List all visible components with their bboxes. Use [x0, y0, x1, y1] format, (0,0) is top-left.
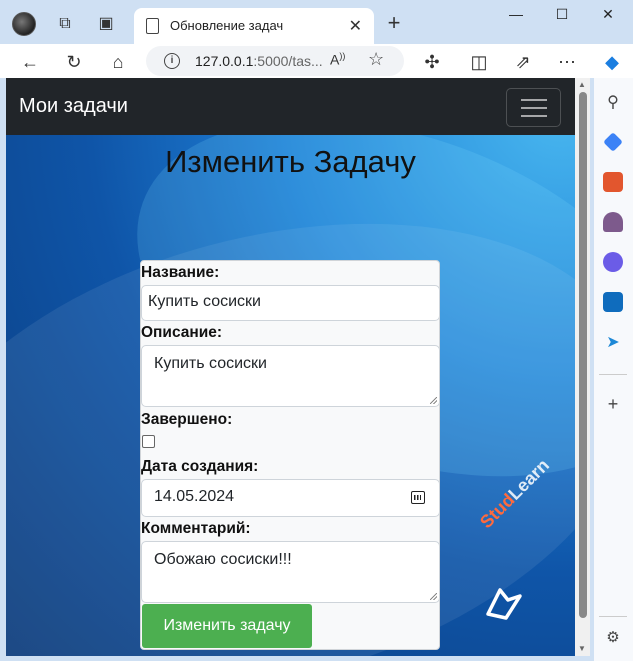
profile-avatar[interactable] — [12, 12, 36, 36]
calendar-icon[interactable] — [411, 491, 425, 504]
more-options-icon[interactable]: ⋯ — [555, 50, 579, 74]
maximize-icon[interactable]: ☐ — [552, 6, 572, 23]
tab-title: Обновление задач — [170, 18, 284, 33]
close-tab-icon[interactable]: ✕ — [349, 16, 362, 36]
microsoft365-icon[interactable] — [603, 252, 623, 272]
tab-actions-icon[interactable]: ▣ — [96, 14, 116, 34]
comment-textarea[interactable]: Обожаю сосиски!!! — [141, 541, 440, 603]
created-date-input[interactable]: 14.05.2024 — [141, 479, 440, 517]
studlearn-watermark: StudLearn — [476, 455, 554, 533]
tag-icon[interactable] — [603, 132, 623, 152]
outlook-icon[interactable] — [603, 292, 623, 312]
window-close-icon[interactable]: ✕ — [598, 6, 618, 23]
scroll-down-icon[interactable]: ▼ — [578, 644, 586, 653]
page-scrollbar[interactable]: ▲ ▼ — [575, 78, 590, 656]
sidebar-divider — [599, 374, 627, 375]
share-icon[interactable]: ⇗ — [511, 50, 535, 74]
new-tab-button[interactable]: + — [384, 12, 404, 34]
sidebar-divider — [599, 616, 627, 617]
site-info-icon[interactable]: i — [164, 53, 180, 69]
page-title: Изменить Задачу — [165, 144, 416, 179]
browser-titlebar: ⧉ ▣ Обновление задач ✕ + — ☐ ✕ — [0, 0, 633, 44]
scroll-up-icon[interactable]: ▲ — [578, 80, 586, 89]
edit-task-form: Название: Купить сосиски Описание: Купит… — [140, 260, 440, 650]
app-navbar: Мои задачи — [6, 78, 575, 135]
created-date-value: 14.05.2024 — [154, 488, 235, 505]
comment-text: Обожаю сосиски!!! — [154, 551, 292, 568]
update-task-button[interactable]: Изменить задачу — [142, 604, 312, 648]
copilot-icon[interactable]: ◆ — [600, 50, 624, 74]
resize-grip-icon[interactable] — [430, 397, 437, 404]
page-icon — [146, 18, 159, 34]
comment-label: Комментарий: — [141, 520, 251, 537]
menu-toggler-button[interactable] — [506, 88, 561, 127]
watermark-logo-icon — [486, 588, 522, 620]
completed-checkbox[interactable] — [142, 435, 155, 448]
address-bar[interactable]: i 127.0.0.1:5000/tas... A)) ☆ — [146, 46, 404, 76]
browser-sidebar: ⚲ ➤ + ⚙ — [594, 78, 633, 661]
add-icon[interactable]: + — [603, 394, 623, 414]
extensions-icon[interactable]: ✣ — [420, 50, 444, 74]
split-screen-icon[interactable]: ◫ — [467, 50, 491, 74]
created-date-label: Дата создания: — [141, 458, 259, 475]
page-viewport: Мои задачи Изменить Задачу Название: Куп… — [6, 78, 590, 656]
url-text: 127.0.0.1:5000/tas... — [195, 53, 323, 69]
title-label: Название: — [141, 264, 220, 281]
games-icon[interactable] — [603, 212, 623, 232]
completed-label: Завершено: — [141, 411, 233, 428]
title-input[interactable]: Купить сосиски — [141, 285, 440, 321]
toolbox-icon[interactable] — [603, 172, 623, 192]
read-aloud-icon[interactable]: A)) — [330, 51, 345, 68]
tab-active[interactable]: Обновление задач ✕ — [134, 8, 374, 44]
settings-gear-icon[interactable]: ⚙ — [603, 628, 623, 648]
browser-toolbar: ← ↻ ⌂ i 127.0.0.1:5000/tas... A)) ☆ ✣ ◫ … — [0, 44, 633, 78]
scroll-thumb[interactable] — [579, 92, 587, 618]
description-textarea[interactable]: Купить сосиски — [141, 345, 440, 407]
app-brand[interactable]: Мои задачи — [19, 95, 128, 118]
refresh-icon[interactable]: ↻ — [62, 50, 86, 74]
home-icon[interactable]: ⌂ — [106, 50, 130, 74]
minimize-icon[interactable]: — — [506, 6, 526, 22]
description-text: Купить сосиски — [154, 355, 267, 372]
resize-grip-icon[interactable] — [430, 593, 437, 600]
favorite-star-icon[interactable]: ☆ — [368, 49, 384, 70]
send-icon[interactable]: ➤ — [603, 332, 623, 352]
description-label: Описание: — [141, 324, 223, 341]
search-icon[interactable]: ⚲ — [603, 92, 623, 112]
back-icon[interactable]: ← — [18, 50, 42, 74]
workspaces-icon[interactable]: ⧉ — [55, 14, 75, 34]
